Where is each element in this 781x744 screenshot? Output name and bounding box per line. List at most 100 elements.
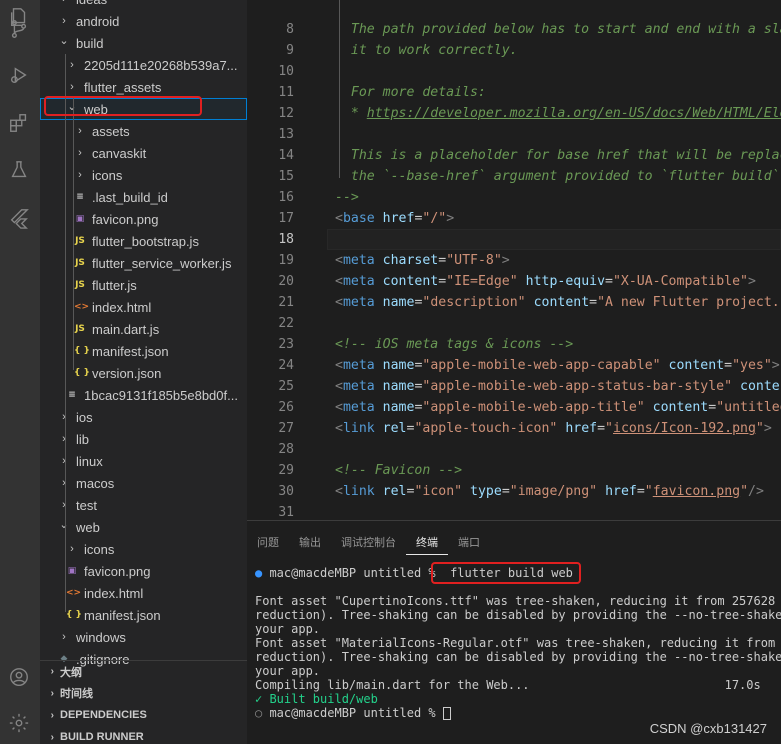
folder-item[interactable]: › test — [40, 494, 247, 516]
tree-item-label: main.dart.js — [92, 321, 160, 337]
line-number: 12 — [278, 106, 294, 121]
extensions-icon[interactable] — [6, 110, 32, 136]
code-token: The path provided below has to start and… — [350, 22, 781, 37]
folder-item[interactable]: ⌄ build — [40, 32, 247, 54]
sidebar-section[interactable]: › DEPENDENCIES — [40, 704, 247, 726]
tree-item-label: 1bcac9131f185b5e8bd0f... — [84, 387, 238, 403]
sidebar-section[interactable]: › BUILD RUNNER — [40, 726, 247, 744]
line-number: 11 — [278, 85, 294, 100]
chevron-right-icon[interactable]: › — [58, 428, 70, 450]
folder-item[interactable]: › macos — [40, 472, 247, 494]
tree-item-label: ios — [76, 409, 93, 425]
chevron-right-icon[interactable]: › — [40, 710, 60, 721]
chevron-down-icon[interactable]: ⌄ — [58, 513, 70, 535]
file-item[interactable]: <> index.html — [40, 296, 247, 318]
sidebar-section[interactable]: › 时间线 — [40, 682, 247, 704]
code-line — [247, 0, 781, 19]
file-item[interactable]: ▣ favicon.png — [40, 208, 247, 230]
chevron-right-icon[interactable]: › — [74, 142, 86, 164]
chevron-right-icon[interactable]: › — [58, 626, 70, 648]
build-success-text: ✓ Built build/web — [255, 692, 378, 706]
chevron-right-icon[interactable]: › — [74, 120, 86, 142]
tree-item-label: windows — [76, 629, 126, 645]
code-text: <meta charset="UTF-8"> — [335, 253, 510, 268]
line-number: 10 — [278, 64, 294, 79]
folder-item[interactable]: › 2205d111e20268b539a7... — [40, 54, 247, 76]
code-token: "untitled" — [716, 400, 781, 415]
tab-terminal[interactable]: 终端 — [406, 531, 448, 555]
tree-item-label: linux — [76, 453, 103, 469]
folder-item[interactable]: › ios — [40, 406, 247, 428]
chevron-right-icon[interactable]: › — [66, 54, 78, 76]
file-item[interactable]: ▣ favicon.png — [40, 560, 247, 582]
code-token: "A new Flutter project." — [597, 295, 781, 310]
run-debug-icon[interactable] — [6, 62, 32, 88]
chevron-right-icon[interactable]: › — [58, 472, 70, 494]
tree-item-label: web — [76, 519, 100, 535]
code-text: <meta name="description" content="A new … — [335, 295, 781, 310]
tab-debug-console[interactable]: 调试控制台 — [331, 531, 406, 555]
file-item[interactable]: ≡ .last_build_id — [40, 186, 247, 208]
folder-item[interactable]: › icons — [40, 538, 247, 560]
terminal-line: your app. — [255, 664, 320, 678]
settings-gear-icon[interactable] — [6, 710, 32, 736]
chevron-right-icon[interactable]: › — [40, 688, 60, 699]
terminal-cursor[interactable] — [442, 707, 451, 720]
chevron-right-icon[interactable]: › — [40, 732, 60, 743]
html-file-icon: <> — [66, 588, 82, 598]
tab-ports[interactable]: 端口 — [448, 531, 490, 555]
file-item[interactable]: JS flutter_service_worker.js — [40, 252, 247, 274]
section-label: 时间线 — [60, 688, 93, 700]
testing-icon[interactable] — [6, 157, 32, 183]
code-line: 11 For more details: — [247, 82, 781, 103]
folder-item[interactable]: › icons — [40, 164, 247, 186]
code-token: > — [763, 421, 772, 436]
tab-problems[interactable]: 问题 — [247, 531, 289, 555]
chevron-right-icon[interactable]: › — [58, 450, 70, 472]
line-number: 18 — [278, 232, 294, 247]
folder-item[interactable]: › canvaskit — [40, 142, 247, 164]
line-number: 28 — [278, 442, 294, 457]
code-line: 25 <meta name="apple-mobile-web-app-statu… — [247, 376, 781, 397]
git-branch-icon[interactable] — [6, 16, 32, 42]
text-file-icon: ≡ — [68, 390, 76, 400]
file-item[interactable]: ≡ 1bcac9131f185b5e8bd0f... — [40, 384, 247, 406]
tab-output[interactable]: 输出 — [289, 531, 331, 555]
chevron-right-icon[interactable]: › — [74, 164, 86, 186]
file-item[interactable]: JS flutter.js — [40, 274, 247, 296]
chevron-right-icon[interactable]: › — [40, 666, 60, 677]
flutter-icon[interactable] — [6, 205, 32, 231]
file-item[interactable]: { } manifest.json — [40, 340, 247, 362]
file-item[interactable]: JS flutter_bootstrap.js — [40, 230, 247, 252]
code-token: = — [501, 484, 510, 499]
code-editor[interactable]: 8 The path provided below has to start a… — [247, 0, 781, 520]
file-item[interactable]: <> index.html — [40, 582, 247, 604]
folder-item[interactable]: › linux — [40, 450, 247, 472]
code-token: content — [382, 274, 439, 289]
chevron-down-icon[interactable]: ⌄ — [58, 29, 70, 51]
file-item[interactable]: { } manifest.json — [40, 604, 247, 626]
tree-item-label: 2205d111e20268b539a7... — [84, 57, 238, 73]
chevron-right-icon[interactable]: › — [58, 0, 70, 10]
chevron-right-icon[interactable]: › — [58, 406, 70, 428]
folder-item[interactable]: › windows — [40, 626, 247, 648]
js-file-icon: JS — [75, 324, 85, 334]
file-item[interactable]: JS main.dart.js — [40, 318, 247, 340]
folder-item[interactable]: › lib — [40, 428, 247, 450]
code-token: link — [342, 484, 375, 499]
file-item[interactable]: { } version.json — [40, 362, 247, 384]
code-line: 27 <link rel="apple-touch-icon" href="ico… — [247, 418, 781, 439]
folder-item[interactable]: ⌄ web — [40, 516, 247, 538]
code-token: < — [335, 274, 343, 289]
folder-item[interactable]: › assets — [40, 120, 247, 142]
chevron-right-icon[interactable]: › — [66, 538, 78, 560]
account-icon[interactable] — [6, 664, 32, 690]
terminal-line: your app. — [255, 622, 320, 636]
folder-item[interactable]: › ideas — [40, 0, 247, 10]
folder-item[interactable]: › android — [40, 10, 247, 32]
tree-item-label: icons — [92, 167, 123, 183]
sidebar-section[interactable]: › 大纲 — [40, 660, 247, 682]
code-token: "image/png" — [509, 484, 598, 499]
code-token: = — [589, 295, 598, 310]
